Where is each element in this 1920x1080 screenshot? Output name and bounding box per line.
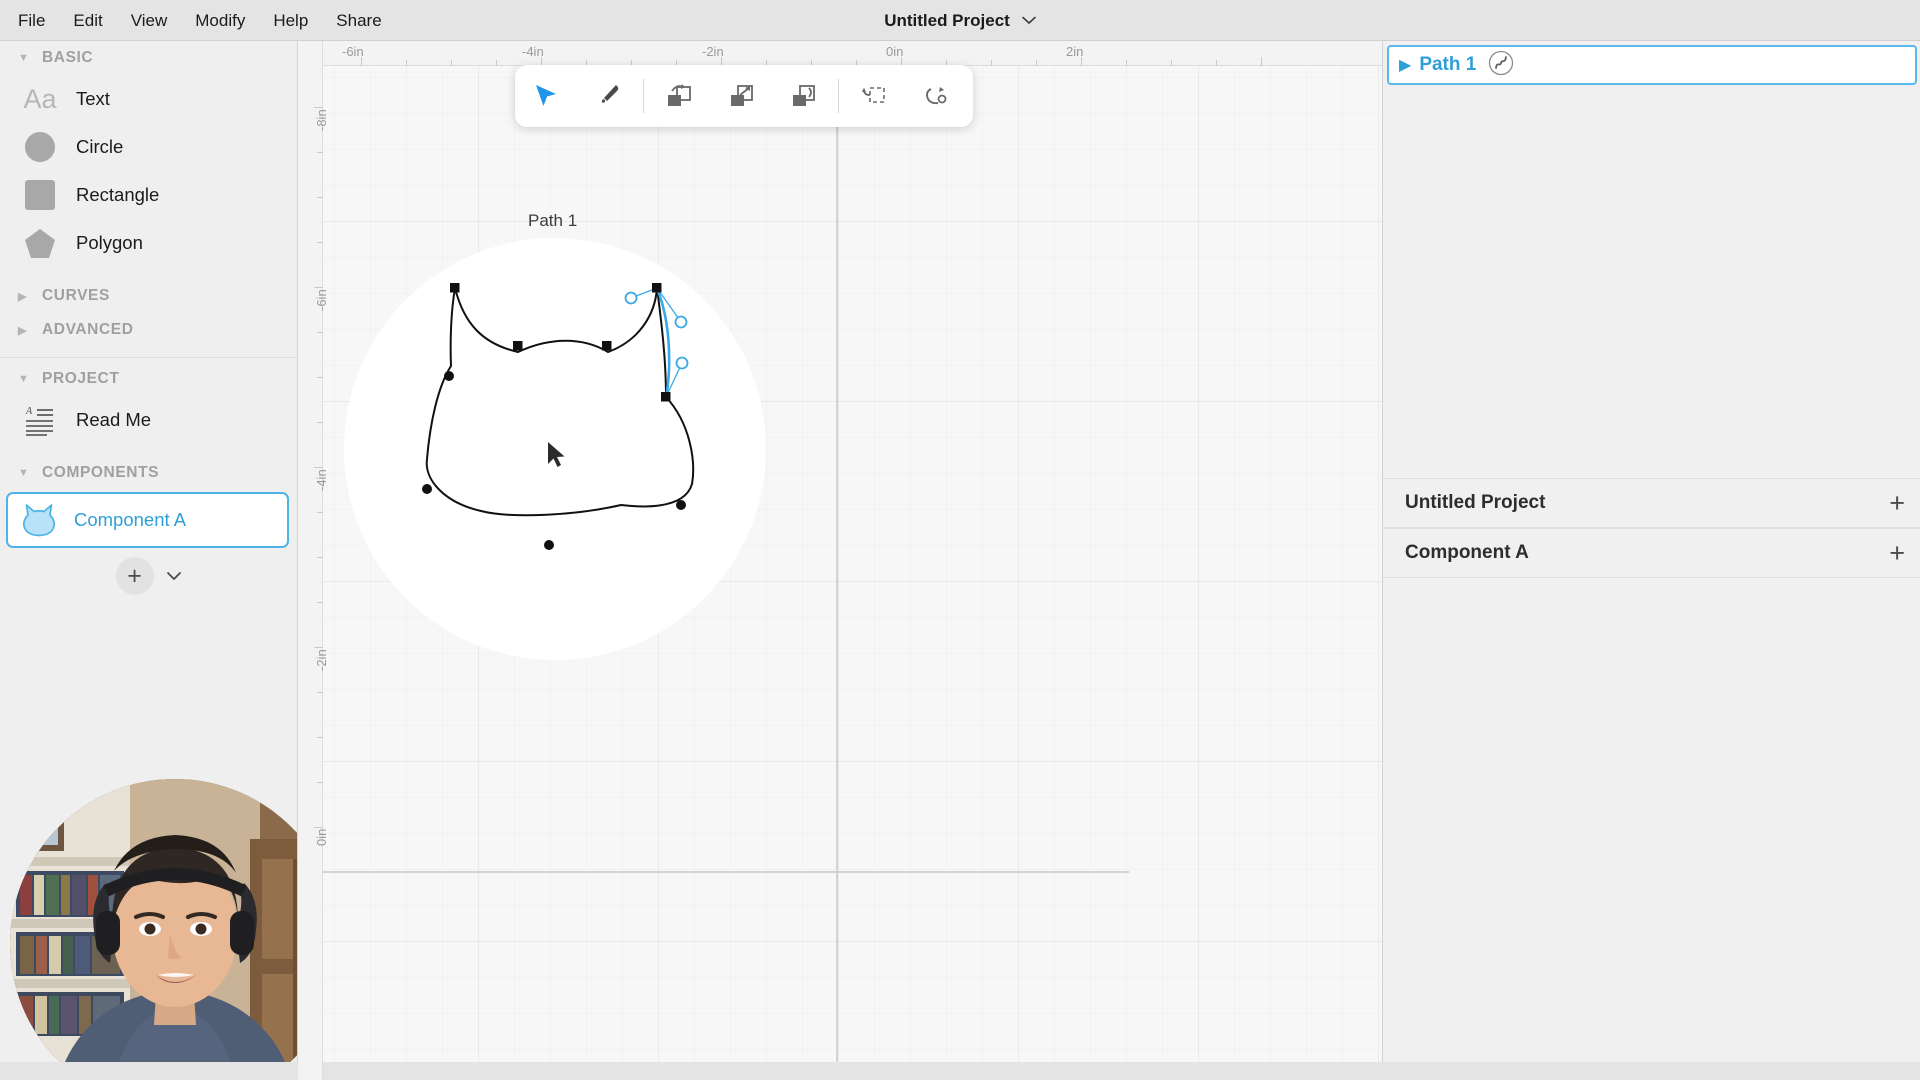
- ruler-tick-label: -4in: [522, 44, 544, 59]
- ruler-tick-label: 0in: [886, 44, 904, 59]
- toolbar-separator: [838, 79, 839, 113]
- webcam-overlay: [10, 779, 297, 1080]
- triangle-down-icon: ▼: [18, 52, 30, 64]
- component-add-row: +: [0, 548, 297, 604]
- section-header-basic[interactable]: ▼ BASIC: [0, 41, 297, 75]
- app-window: File Edit View Modify Help Share Untitle…: [0, 0, 1920, 1080]
- chevron-down-icon[interactable]: [1022, 13, 1036, 28]
- menu-file[interactable]: File: [4, 0, 59, 41]
- canvas-path-label: Path 1: [528, 211, 578, 230]
- section-header-curves[interactable]: ▶ CURVES: [0, 279, 297, 313]
- ruler-tick-label: -6in: [314, 289, 329, 311]
- sidebar-item-read-me[interactable]: A Read Me: [0, 396, 297, 444]
- menu-share[interactable]: Share: [322, 0, 395, 41]
- boolean-union-tool[interactable]: [648, 65, 710, 127]
- ruler-tick-label: 0in: [314, 828, 329, 846]
- polygon-shape-icon: [20, 223, 60, 263]
- group-tool[interactable]: [843, 65, 905, 127]
- select-tool[interactable]: [515, 65, 577, 127]
- ruler-horizontal[interactable]: -6in -4in -2in 0in 2in: [298, 41, 1382, 66]
- sidebar-item-label: Component A: [74, 509, 187, 530]
- panel-row-untitled-project[interactable]: Untitled Project +: [1383, 478, 1920, 528]
- cat-head-icon: [20, 501, 58, 539]
- menu-modify[interactable]: Modify: [181, 0, 259, 41]
- boolean-intersect-tool[interactable]: [772, 65, 834, 127]
- panel-row-component-a[interactable]: Component A +: [1383, 528, 1920, 578]
- canvas-area[interactable]: Path 1 -6in -4in -2in 0in 2in -8in -6in …: [298, 41, 1382, 1080]
- document-icon: A: [20, 400, 60, 440]
- text-aa-icon: Aa: [23, 83, 57, 114]
- sidebar-divider: [0, 357, 297, 358]
- sidebar-item-rectangle[interactable]: Rectangle: [0, 171, 297, 219]
- sidebar-item-label: Polygon: [76, 232, 143, 253]
- plus-icon[interactable]: +: [1889, 489, 1905, 517]
- section-label-project: PROJECT: [42, 370, 120, 387]
- section-label-advanced: ADVANCED: [42, 321, 134, 338]
- sidebar-item-label: Circle: [76, 136, 124, 157]
- ruler-tick-label: -2in: [702, 44, 724, 59]
- ruler-tick-label: -2in: [314, 649, 329, 671]
- sidebar-item-label: Read Me: [76, 409, 152, 430]
- section-header-components[interactable]: ▼ COMPONENTS: [0, 456, 297, 490]
- plus-icon[interactable]: +: [115, 557, 154, 595]
- right-panel: ▶ Path 1 Untitled Project + Component A …: [1382, 41, 1920, 1080]
- triangle-right-icon[interactable]: ▶: [1399, 55, 1411, 75]
- chevron-down-icon[interactable]: [166, 568, 182, 585]
- page-title[interactable]: Untitled Project: [884, 11, 1010, 31]
- panel-row-label: Component A: [1405, 542, 1529, 563]
- sidebar-item-label: Rectangle: [76, 184, 160, 205]
- sidebar-item-circle[interactable]: Circle: [0, 123, 297, 171]
- curve-tool-icon[interactable]: [1488, 50, 1514, 81]
- left-sidebar: ▼ BASIC Aa Text Circle Rectangle Polygon…: [0, 41, 298, 1080]
- triangle-down-icon: ▼: [18, 373, 30, 385]
- circle-shape-icon: [20, 127, 60, 167]
- ruler-tick-label: -8in: [314, 109, 329, 131]
- sidebar-item-text[interactable]: Aa Text: [0, 75, 297, 123]
- section-label-curves: CURVES: [42, 287, 110, 304]
- section-label-basic: BASIC: [42, 49, 94, 66]
- menu-help[interactable]: Help: [259, 0, 322, 41]
- toolbar-separator: [643, 79, 644, 113]
- sidebar-item-label: Text: [76, 88, 110, 109]
- rectangle-shape-icon: [20, 175, 60, 215]
- menu-edit[interactable]: Edit: [59, 0, 116, 41]
- canvas-grid: [298, 41, 1382, 1080]
- ungroup-tool[interactable]: [905, 65, 967, 127]
- triangle-right-icon: ▶: [18, 290, 28, 303]
- ruler-tick-label: 2in: [1066, 44, 1084, 59]
- boolean-subtract-tool[interactable]: [710, 65, 772, 127]
- svg-text:A: A: [25, 406, 33, 417]
- menu-view[interactable]: View: [117, 0, 182, 41]
- plus-icon[interactable]: +: [1889, 539, 1905, 567]
- sidebar-item-component-a[interactable]: Component A: [6, 492, 289, 548]
- path-name-label: Path 1: [1419, 54, 1477, 75]
- triangle-right-icon: ▶: [18, 324, 28, 337]
- sidebar-item-polygon[interactable]: Polygon: [0, 219, 297, 267]
- section-header-advanced[interactable]: ▶ ADVANCED: [0, 313, 297, 347]
- ruler-vertical[interactable]: -8in -6in -4in -2in 0in: [298, 41, 329, 1080]
- bottom-status-bar: [0, 1062, 1920, 1080]
- section-header-project[interactable]: ▼ PROJECT: [0, 362, 297, 396]
- path-header-item[interactable]: ▶ Path 1: [1387, 45, 1917, 85]
- canvas-toolbar: [515, 65, 973, 127]
- pen-tool[interactable]: [577, 65, 639, 127]
- ruler-tick-label: -6in: [342, 44, 364, 59]
- section-label-components: COMPONENTS: [42, 464, 160, 481]
- triangle-down-icon: ▼: [18, 467, 30, 479]
- menu-bar: File Edit View Modify Help Share Untitle…: [0, 0, 1920, 41]
- panel-row-label: Untitled Project: [1405, 492, 1546, 513]
- ruler-tick-label: -4in: [314, 469, 329, 491]
